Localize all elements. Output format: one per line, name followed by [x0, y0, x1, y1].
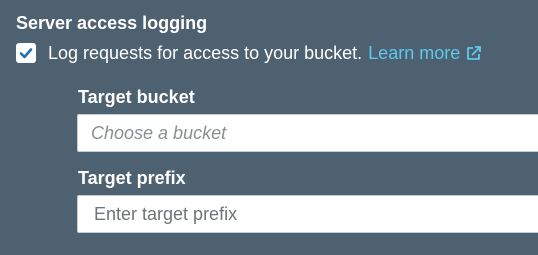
checkmark-icon: [19, 48, 33, 59]
external-link-icon: [465, 45, 482, 62]
learn-more-link[interactable]: Learn more: [368, 42, 482, 64]
logging-option: Log requests for access to your bucket. …: [16, 42, 482, 64]
section-title: Server access logging: [16, 13, 208, 33]
target-bucket-input[interactable]: [77, 114, 538, 152]
target-prefix-label: Target prefix: [78, 168, 186, 188]
target-prefix-input[interactable]: [77, 195, 538, 233]
learn-more-text: Learn more: [368, 43, 461, 63]
log-requests-checkbox[interactable]: [16, 43, 36, 63]
log-requests-label: Log requests for access to your bucket.: [48, 43, 363, 63]
target-bucket-label: Target bucket: [78, 87, 195, 107]
